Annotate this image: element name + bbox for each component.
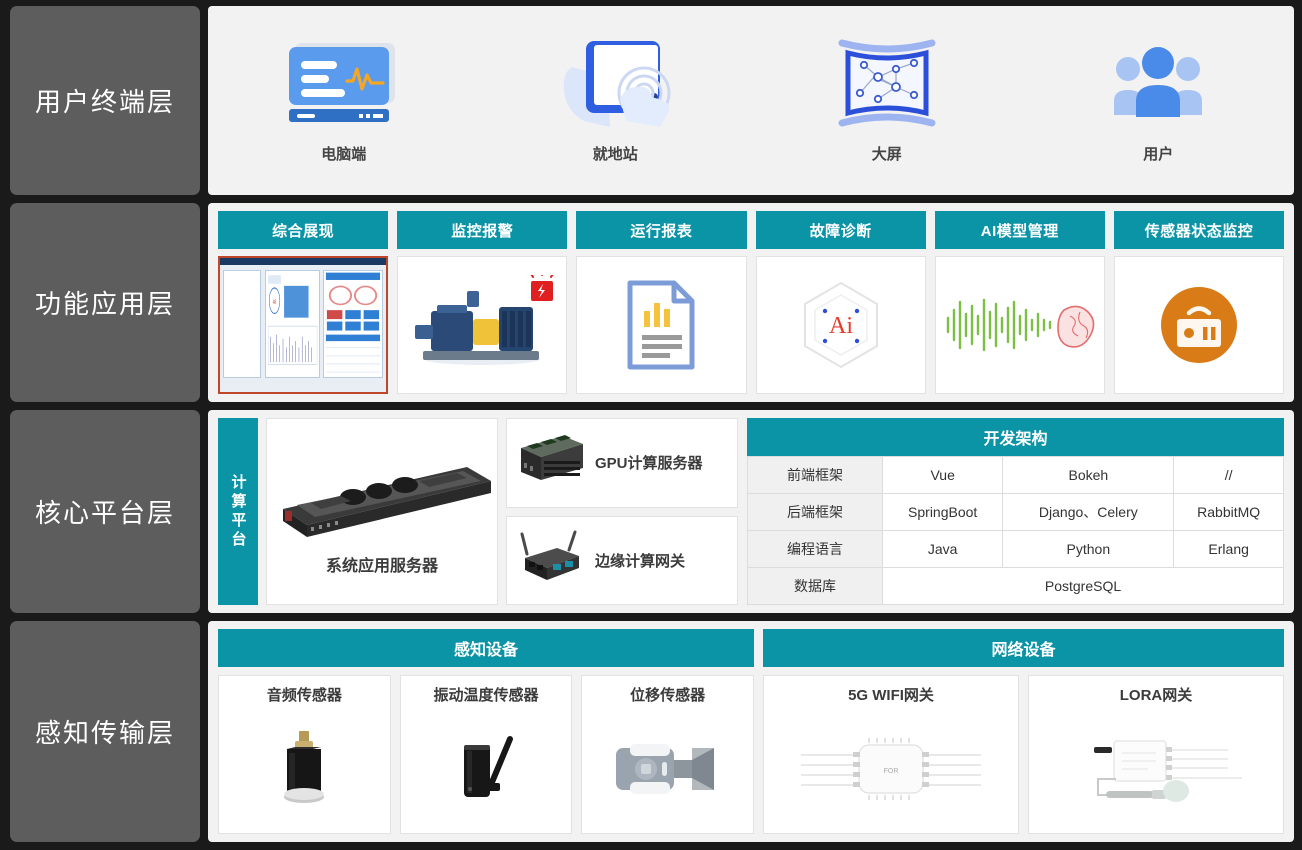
table-row: 编程语言 Java Python Erlang xyxy=(747,530,1284,569)
device-card-lora-gateway[interactable]: LORA网关 xyxy=(1028,675,1284,834)
table-row: 数据库 PostgreSQL xyxy=(747,567,1284,606)
server-card-system-application[interactable]: 系统应用服务器 xyxy=(266,418,498,606)
layer-tile-core-platform[interactable]: 核心平台层 xyxy=(10,410,200,614)
app-card-monitoring-alarm[interactable]: 监控报警 xyxy=(397,211,568,395)
app-card-comprehensive-display[interactable]: 综合展现 48 xyxy=(218,211,389,395)
wifi-gateway-image: FOR xyxy=(791,705,991,833)
terminal-large-screen[interactable]: 大屏 xyxy=(751,37,1023,164)
desktop-monitor-icon xyxy=(285,37,403,129)
layer-tile-sensing-transmission[interactable]: 感知传输层 xyxy=(10,621,200,842)
app-title: 传感器状态监控 xyxy=(1113,211,1285,250)
compute-platform-label: 计算平台 xyxy=(218,418,258,606)
layer-tile-function-application[interactable]: 功能应用层 xyxy=(10,203,200,403)
terminal-label: 电脑端 xyxy=(321,146,367,164)
dashboard-screenshot: 48 xyxy=(218,256,389,395)
server-caption: GPU计算服务器 xyxy=(595,455,703,473)
table-row: 后端框架 SpringBoot Django、Celery RabbitMQ xyxy=(747,493,1284,532)
cell: Java xyxy=(881,530,1004,569)
cell: Python xyxy=(1002,530,1175,569)
device-label: 位移传感器 xyxy=(630,687,706,705)
cell: Django、Celery xyxy=(1002,493,1175,532)
app-card-sensor-status-monitoring[interactable]: 传感器状态监控 xyxy=(1113,211,1285,395)
gpu-server-image xyxy=(513,430,589,495)
cell: PostgreSQL xyxy=(882,567,1284,606)
device-label: 5G WIFI网关 xyxy=(848,687,934,705)
side-server-column: GPU计算服务器 边缘计算网关 xyxy=(506,418,738,606)
svg-text:48: 48 xyxy=(273,299,277,307)
cell: Vue xyxy=(881,456,1004,495)
orange-sensor-circle-icon xyxy=(1113,256,1285,395)
group-sensing-devices: 感知设备 音频传感器 振动温度传感器 位移传感器 xyxy=(218,629,755,834)
app-title: 运行报表 xyxy=(576,211,747,250)
panel-function-application: 综合展现 48 监控报警 运行报表 故障诊断 Ai AI模型管理 传感器状态监控 xyxy=(208,203,1294,403)
layer-label: 用户终端层 xyxy=(34,87,175,118)
layer-label: 功能应用层 xyxy=(34,289,175,320)
cell: // xyxy=(1173,456,1284,495)
terminal-label: 就地站 xyxy=(592,146,638,164)
app-title: 综合展现 xyxy=(218,211,389,250)
cell: Erlang xyxy=(1173,530,1284,569)
device-label: 音频传感器 xyxy=(266,687,342,705)
device-card-5g-wifi-gateway[interactable]: 5G WIFI网关 FOR xyxy=(763,675,1019,834)
layer-rail: 用户终端层 功能应用层 核心平台层 感知传输层 xyxy=(10,6,200,842)
ai-hexagon-icon: Ai xyxy=(755,256,926,395)
terminal-desktop[interactable]: 电脑端 xyxy=(208,37,480,164)
cell: SpringBoot xyxy=(881,493,1004,532)
device-card-audio-sensor[interactable]: 音频传感器 xyxy=(218,675,391,834)
users-group-icon xyxy=(1108,37,1208,129)
terminal-label: 用户 xyxy=(1143,146,1174,164)
app-title: 监控报警 xyxy=(397,211,568,250)
svg-text:FOR: FOR xyxy=(884,768,899,775)
row-header: 前端框架 xyxy=(747,456,883,495)
lora-gateway-image xyxy=(1056,705,1256,833)
layer-label: 核心平台层 xyxy=(34,498,175,529)
server-card-edge-gateway[interactable]: 边缘计算网关 xyxy=(506,515,738,606)
terminal-local-station[interactable]: 就地站 xyxy=(480,37,752,164)
report-document-icon xyxy=(576,256,747,395)
edge-gateway-image xyxy=(513,528,589,593)
app-card-operation-report[interactable]: 运行报表 xyxy=(576,211,747,395)
row-header: 编程语言 xyxy=(747,530,883,569)
server-card-gpu[interactable]: GPU计算服务器 xyxy=(506,418,738,508)
compute-platform-group: 计算平台 系统应用服务器 GPU计算服务器 边缘计算网关 xyxy=(218,418,738,606)
audio-waveform-brain-icon xyxy=(934,256,1105,395)
device-card-displacement-sensor[interactable]: 位移传感器 xyxy=(581,675,755,834)
layer-content-stack: 电脑端 就地站 大屏 用户 综合展现 48 监控报警 运行报表 故障诊断 Ai … xyxy=(208,6,1294,842)
device-label: LORA网关 xyxy=(1119,687,1193,705)
app-title: AI模型管理 xyxy=(934,211,1105,250)
app-card-fault-diagnosis[interactable]: 故障诊断 Ai xyxy=(755,211,926,395)
panel-sensing-transmission: 感知设备 音频传感器 振动温度传感器 位移传感器 网络设备 5G WIFI网关 … xyxy=(208,621,1294,842)
device-label: 振动温度传感器 xyxy=(433,687,539,705)
svg-text:Ai: Ai xyxy=(829,313,853,339)
displacement-sensor-image xyxy=(608,705,728,833)
panel-user-terminal: 电脑端 就地站 大屏 用户 xyxy=(208,6,1295,196)
server-caption: 边缘计算网关 xyxy=(595,552,686,570)
app-title: 故障诊断 xyxy=(755,211,926,250)
device-card-vibration-temperature-sensor[interactable]: 振动温度传感器 xyxy=(399,675,573,834)
layer-label: 感知传输层 xyxy=(34,718,175,749)
row-header: 后端框架 xyxy=(747,493,883,532)
arch-title: 开发架构 xyxy=(747,418,1284,457)
architecture-diagram: 用户终端层 功能应用层 核心平台层 感知传输层 电脑端 就地站 大屏 用户 综合… xyxy=(0,0,1302,850)
vibration-temp-sensor-image xyxy=(446,705,526,833)
group-network-devices: 网络设备 5G WIFI网关 FOR LORA网关 xyxy=(763,629,1284,834)
machine-alarm-image xyxy=(397,256,568,395)
large-screen-network-icon xyxy=(834,37,940,129)
development-architecture-table: 开发架构 前端框架 Vue Bokeh // 后端框架 SpringBoot D… xyxy=(747,418,1284,606)
terminal-users[interactable]: 用户 xyxy=(1023,37,1295,164)
rack-server-image xyxy=(267,447,497,548)
cell: Bokeh xyxy=(1002,456,1175,495)
panel-core-platform: 计算平台 系统应用服务器 GPU计算服务器 边缘计算网关 开发架构 前端框架 V… xyxy=(208,410,1294,614)
audio-sensor-image xyxy=(269,705,339,833)
table-row: 前端框架 Vue Bokeh // xyxy=(747,456,1284,495)
server-caption: 系统应用服务器 xyxy=(325,558,438,576)
app-card-ai-model-management[interactable]: AI模型管理 xyxy=(934,211,1105,395)
layer-tile-user-terminal[interactable]: 用户终端层 xyxy=(10,6,200,196)
row-header: 数据库 xyxy=(747,567,883,606)
terminal-label: 大屏 xyxy=(871,146,902,164)
group-title: 感知设备 xyxy=(218,629,754,668)
cell: RabbitMQ xyxy=(1173,493,1284,532)
tablet-touch-hand-icon xyxy=(550,37,680,129)
group-title: 网络设备 xyxy=(763,629,1284,668)
